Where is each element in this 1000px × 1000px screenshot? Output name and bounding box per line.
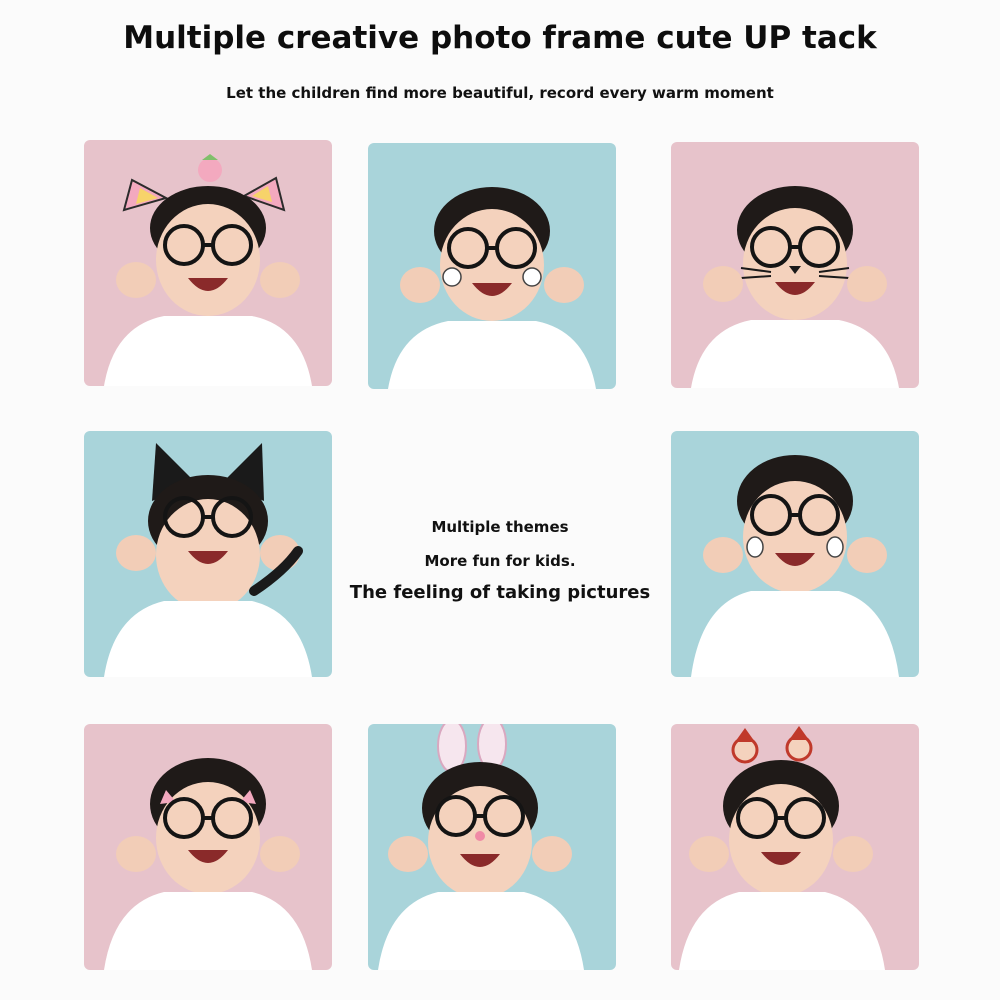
child-photo-illustration [691, 455, 899, 677]
theme-line-3: The feeling of taking pictures [349, 582, 651, 603]
photo-frame-pink-santa-headband [671, 724, 919, 970]
theme-line-1: Multiple themes [431, 518, 569, 536]
theme-line-2: More fun for kids. [424, 552, 576, 570]
page-subtitle: Let the children find more beautiful, re… [226, 84, 774, 102]
child-photo-illustration [679, 726, 885, 970]
photo-frame-pink-whiskers [671, 142, 919, 388]
photo-frame-blue-cheek-stickers [368, 143, 616, 389]
photo-frame-blue-bunny-ears [368, 724, 616, 970]
child-photo-illustration [388, 187, 596, 389]
photo-frame-pink-cat-ears [84, 140, 332, 386]
page: Multiple creative photo frame cute UP ta… [0, 0, 1000, 1000]
photo-frame-pink-small-ears [84, 724, 332, 970]
child-photo-illustration [104, 758, 312, 970]
page-title: Multiple creative photo frame cute UP ta… [123, 20, 877, 56]
child-photo-illustration [104, 154, 312, 386]
photo-frame-blue-black-cat-ears [84, 431, 332, 677]
child-photo-illustration [691, 186, 899, 388]
photo-frame-blue-bunny-stickers [671, 431, 919, 677]
child-photo-illustration [378, 724, 584, 970]
child-photo-illustration [104, 443, 312, 677]
